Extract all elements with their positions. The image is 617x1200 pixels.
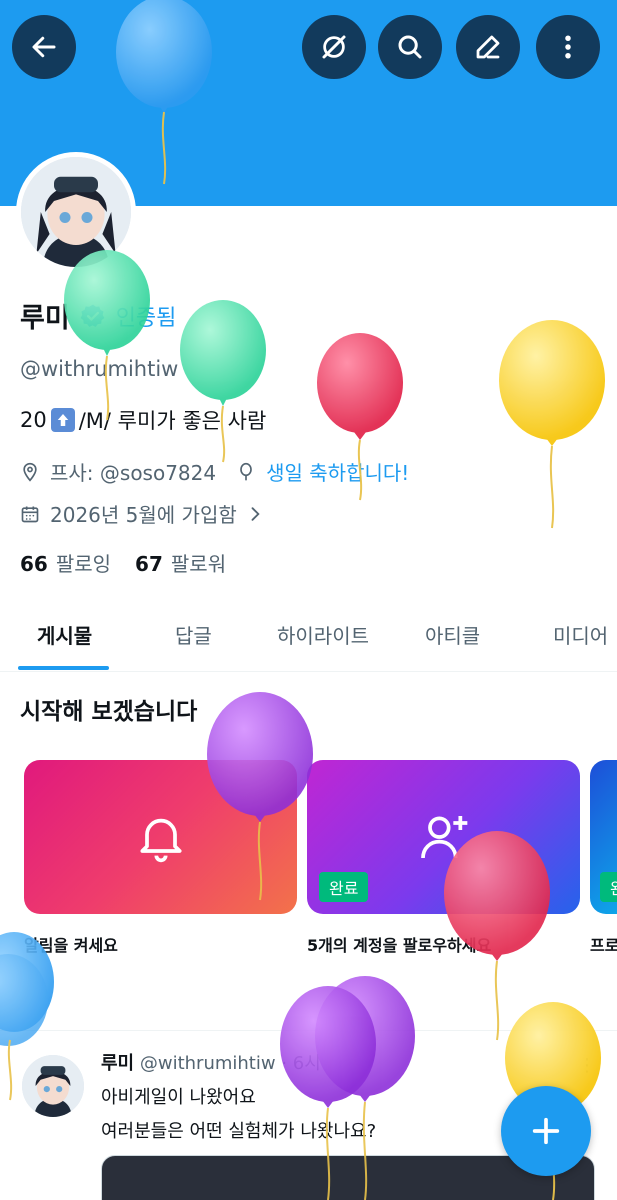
completed-badge: 완료: [319, 872, 369, 902]
more-vertical-icon: [565, 35, 571, 59]
profile-card-badge: 완: [600, 872, 617, 902]
post-avatar[interactable]: [22, 1055, 84, 1117]
tab-articles[interactable]: 아티클: [425, 620, 480, 649]
active-tab-indicator: [18, 666, 109, 670]
post-handle: @withrumihtiw: [139, 1053, 276, 1074]
post-text-line-2: 여러분들은 어떤 실험체가 나왔나요?: [101, 1121, 377, 1142]
tab-replies[interactable]: 답글: [175, 620, 212, 649]
back-button[interactable]: [12, 15, 76, 79]
grok-button[interactable]: [302, 15, 366, 79]
profile-card-label[interactable]: 프로: [590, 932, 617, 956]
grok-icon: [322, 35, 346, 59]
add-user-icon: [420, 816, 467, 859]
verified-badge-icon[interactable]: [80, 303, 106, 329]
calendar-icon: [21, 506, 39, 522]
tab-media[interactable]: 미디어: [553, 620, 608, 649]
follow-stats: 66 팔로잉 67 팔로워: [20, 548, 226, 577]
birthday-link[interactable]: 생일 축하합니다!: [266, 457, 409, 486]
post-avatar-illustration: [22, 1055, 84, 1117]
profile-avatar[interactable]: [16, 152, 136, 272]
up-arrow-icon: [50, 408, 75, 432]
getting-started-title: 시작해 보겠습니다: [20, 699, 198, 725]
post-author[interactable]: 루미: [101, 1053, 134, 1074]
more-button[interactable]: [536, 15, 600, 79]
tab-posts[interactable]: 게시물: [37, 620, 92, 649]
name-row: 루미 인증됨: [20, 296, 176, 335]
profile-tabs: 게시물 답글 하이라이트 아티클 미디어: [0, 600, 617, 672]
edit-button[interactable]: [456, 15, 520, 79]
followers-stat[interactable]: 67 팔로워: [135, 548, 226, 577]
plus-icon: [532, 1117, 560, 1145]
search-button[interactable]: [378, 15, 442, 79]
verified-label[interactable]: 인증됨: [116, 300, 177, 332]
location-text: 프사: @soso7824: [50, 461, 217, 485]
notifications-card[interactable]: [24, 760, 297, 914]
profile-handle: @withrumihtiw: [20, 357, 179, 381]
bell-icon: [139, 818, 182, 863]
birthday-balloon-icon: [240, 462, 252, 480]
display-name: 루미: [20, 303, 70, 334]
chevron-right-icon: [251, 506, 260, 521]
post-more-icon[interactable]: ⋮: [578, 1055, 596, 1076]
post-header: 루미 @withrumihtiw · 6시: [101, 1049, 321, 1075]
following-stat[interactable]: 66 팔로잉: [20, 548, 111, 577]
profile-meta-row: 프사: @soso7824 생일 축하합니다!: [20, 457, 409, 486]
arrow-left-icon: [32, 36, 56, 58]
follow-accounts-card-label[interactable]: 5개의 계정을 팔로우하세요: [307, 932, 491, 956]
notifications-card-label[interactable]: 알림을 켜세요: [24, 932, 118, 956]
tab-highlights[interactable]: 하이라이트: [277, 620, 369, 649]
bio-suffix: /M/ 루미가 좋은 사람: [78, 409, 267, 433]
joined-row[interactable]: 2026년 5월에 가입함: [20, 499, 265, 528]
profile-bio: 20 /M/ 루미가 좋은 사람: [20, 405, 266, 435]
avatar-illustration: [21, 157, 131, 267]
post-time: · 6시: [281, 1053, 321, 1074]
joined-text: 2026년 5월에 가입함: [50, 503, 237, 527]
search-icon: [398, 35, 422, 59]
post-text-line-1: 아비게일이 나왔어요: [101, 1087, 256, 1108]
bio-prefix: 20: [20, 408, 47, 432]
edit-icon: [476, 35, 500, 59]
follow-accounts-card[interactable]: 완료: [307, 760, 580, 914]
location-icon: [23, 462, 37, 482]
compose-fab[interactable]: [501, 1086, 591, 1176]
profile-card[interactable]: 완: [590, 760, 617, 914]
